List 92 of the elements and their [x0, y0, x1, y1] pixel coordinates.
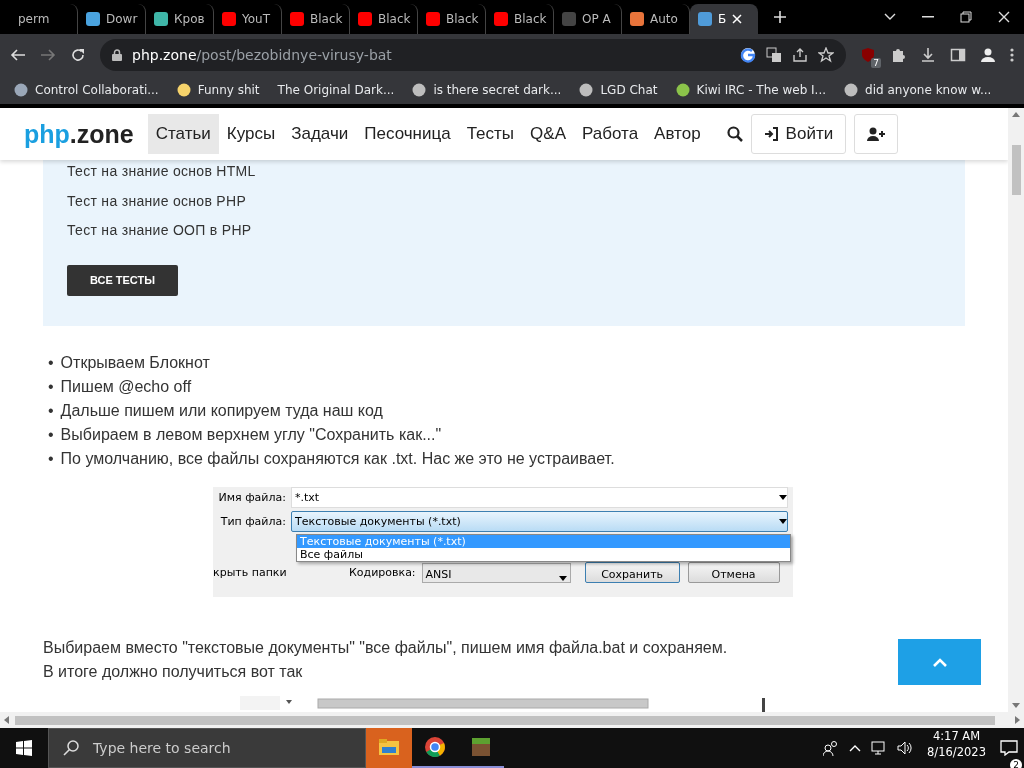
- chevron-up-icon[interactable]: [849, 744, 862, 752]
- folder-icon: [378, 736, 400, 758]
- user-plus-icon: [867, 127, 886, 141]
- close-icon[interactable]: [998, 11, 1010, 23]
- address-bar[interactable]: php.zone/post/bezobidnye-virusy-bat: [100, 39, 846, 71]
- forward-icon: [40, 47, 56, 63]
- notification-icon[interactable]: [1000, 740, 1018, 756]
- nav-link[interactable]: Работа: [574, 114, 647, 154]
- save-button[interactable]: Сохранить: [584, 562, 680, 583]
- dropdown-arrow-icon: [558, 575, 567, 581]
- chevron-up-icon: [932, 657, 947, 667]
- clock[interactable]: 4:17 AM 8/16/2023: [919, 728, 994, 768]
- test-link[interactable]: Тест на знание основ PHP: [67, 186, 941, 216]
- people-icon[interactable]: [823, 740, 840, 756]
- paragraph-line: В итоге должно получиться вот так: [43, 661, 304, 682]
- search-icon[interactable]: [726, 126, 743, 142]
- back-icon[interactable]: [10, 47, 26, 63]
- scroll-right-icon[interactable]: [1015, 716, 1020, 724]
- list-bullet: •: [48, 424, 54, 445]
- side-panel-icon[interactable]: [950, 47, 966, 63]
- volume-icon[interactable]: [897, 740, 914, 756]
- nav-link[interactable]: Автор: [646, 114, 709, 154]
- test-link[interactable]: Тест на знание основ HTML: [67, 157, 941, 187]
- hide-folders-label: крыть папки: [213, 566, 288, 579]
- list-item: По умолчанию, все файлы сохраняются как .txt. Нас же это не устраивает.: [60, 448, 615, 469]
- bookmark[interactable]: Control Collaborati...: [14, 83, 159, 97]
- dropdown-option[interactable]: Все файлы: [297, 547, 790, 561]
- field-label: Тип файла:: [219, 514, 287, 528]
- list-bullet: •: [48, 376, 54, 397]
- list-bullet: •: [48, 400, 54, 421]
- login-button[interactable]: Войти: [750, 114, 847, 154]
- bookmark[interactable]: did anyone know w...: [844, 83, 992, 97]
- more-icon[interactable]: [1010, 47, 1014, 63]
- list-item: Открываем Блокнот: [60, 352, 210, 373]
- nav-link[interactable]: Q&A: [522, 114, 574, 154]
- list-item: Пишем @echo off: [60, 376, 192, 397]
- site-logo[interactable]: php.zone: [24, 119, 134, 149]
- cancel-button[interactable]: Отмена: [687, 562, 780, 583]
- list-item: Дальше пишем или копируем туда наш код: [60, 400, 383, 421]
- file-type-dropdown[interactable]: Текстовые документы (*.txt): [291, 510, 788, 532]
- field-label: Имя файла:: [217, 490, 287, 504]
- encoding-dropdown[interactable]: ANSI: [421, 562, 571, 583]
- puzzle-icon[interactable]: [890, 47, 906, 63]
- paragraph-line: Выбираем вместо "текстовые документы" "все файлы", пишем имя файла.bat и сохраняем.: [43, 637, 728, 658]
- extension-badge: 7: [871, 58, 881, 68]
- register-button[interactable]: [854, 114, 899, 154]
- sign-in-icon: [763, 127, 778, 141]
- bookmark[interactable]: Funny shit: [176, 83, 260, 97]
- test-link[interactable]: Тест на знание ООП в PHP: [67, 216, 941, 246]
- windows-logo-icon[interactable]: [16, 740, 32, 756]
- field-label: Кодировка:: [349, 566, 416, 579]
- url-text: php.zone/post/bezobidnye-virusy-bat: [132, 47, 392, 63]
- network-icon[interactable]: [871, 740, 888, 756]
- plus-icon[interactable]: [773, 10, 787, 24]
- notification-badge: 2: [1010, 759, 1022, 768]
- filename-field[interactable]: *.txt: [291, 486, 788, 508]
- nav-link[interactable]: Курсы: [218, 114, 284, 154]
- scroll-down-icon[interactable]: [1012, 703, 1020, 708]
- scrollbar-thumb[interactable]: [15, 715, 995, 725]
- restore-icon[interactable]: [960, 11, 972, 23]
- dropdown-arrow-icon: [779, 518, 787, 524]
- all-tests-button[interactable]: ВСЕ ТЕСТЫ: [67, 264, 178, 296]
- dropdown-arrow-icon: [779, 494, 787, 500]
- bookmark[interactable]: The Original Dark...: [277, 83, 395, 97]
- lock-icon: [112, 49, 122, 61]
- scroll-left-icon[interactable]: [4, 716, 9, 724]
- browser-tab[interactable]: Б: [690, 4, 758, 34]
- scrollbar-thumb[interactable]: [1011, 145, 1021, 195]
- share-icon[interactable]: [792, 47, 808, 63]
- star-icon[interactable]: [818, 47, 834, 63]
- list-bullet: •: [48, 352, 54, 373]
- translate-icon[interactable]: [766, 47, 782, 63]
- nav-link[interactable]: Задачи: [283, 114, 357, 154]
- profile-icon[interactable]: [980, 47, 996, 63]
- bookmark[interactable]: LGD Chat: [579, 83, 658, 97]
- scroll-up-icon[interactable]: [1012, 112, 1020, 117]
- chevron-down-icon[interactable]: [884, 13, 896, 21]
- chrome-icon: [424, 736, 446, 758]
- list-bullet: •: [48, 448, 54, 469]
- nav-link[interactable]: Статьи: [147, 114, 219, 154]
- minimize-icon[interactable]: [922, 16, 934, 18]
- list-item: Выбираем в левом верхнем углу "Сохранить как...": [60, 424, 442, 445]
- reload-icon[interactable]: [70, 47, 86, 63]
- download-icon[interactable]: [920, 47, 936, 63]
- g-logo-icon[interactable]: [740, 47, 756, 63]
- nav-link[interactable]: Тесты: [458, 114, 523, 154]
- grass-block-icon: [470, 736, 492, 758]
- taskbar-search-field[interactable]: Type here to search: [48, 728, 366, 768]
- nav-link[interactable]: Песочница: [356, 114, 459, 154]
- bookmark[interactable]: is there secret dark...: [412, 83, 562, 97]
- search-icon: [63, 740, 79, 756]
- bookmark[interactable]: Kiwi IRC - The web I...: [675, 83, 827, 97]
